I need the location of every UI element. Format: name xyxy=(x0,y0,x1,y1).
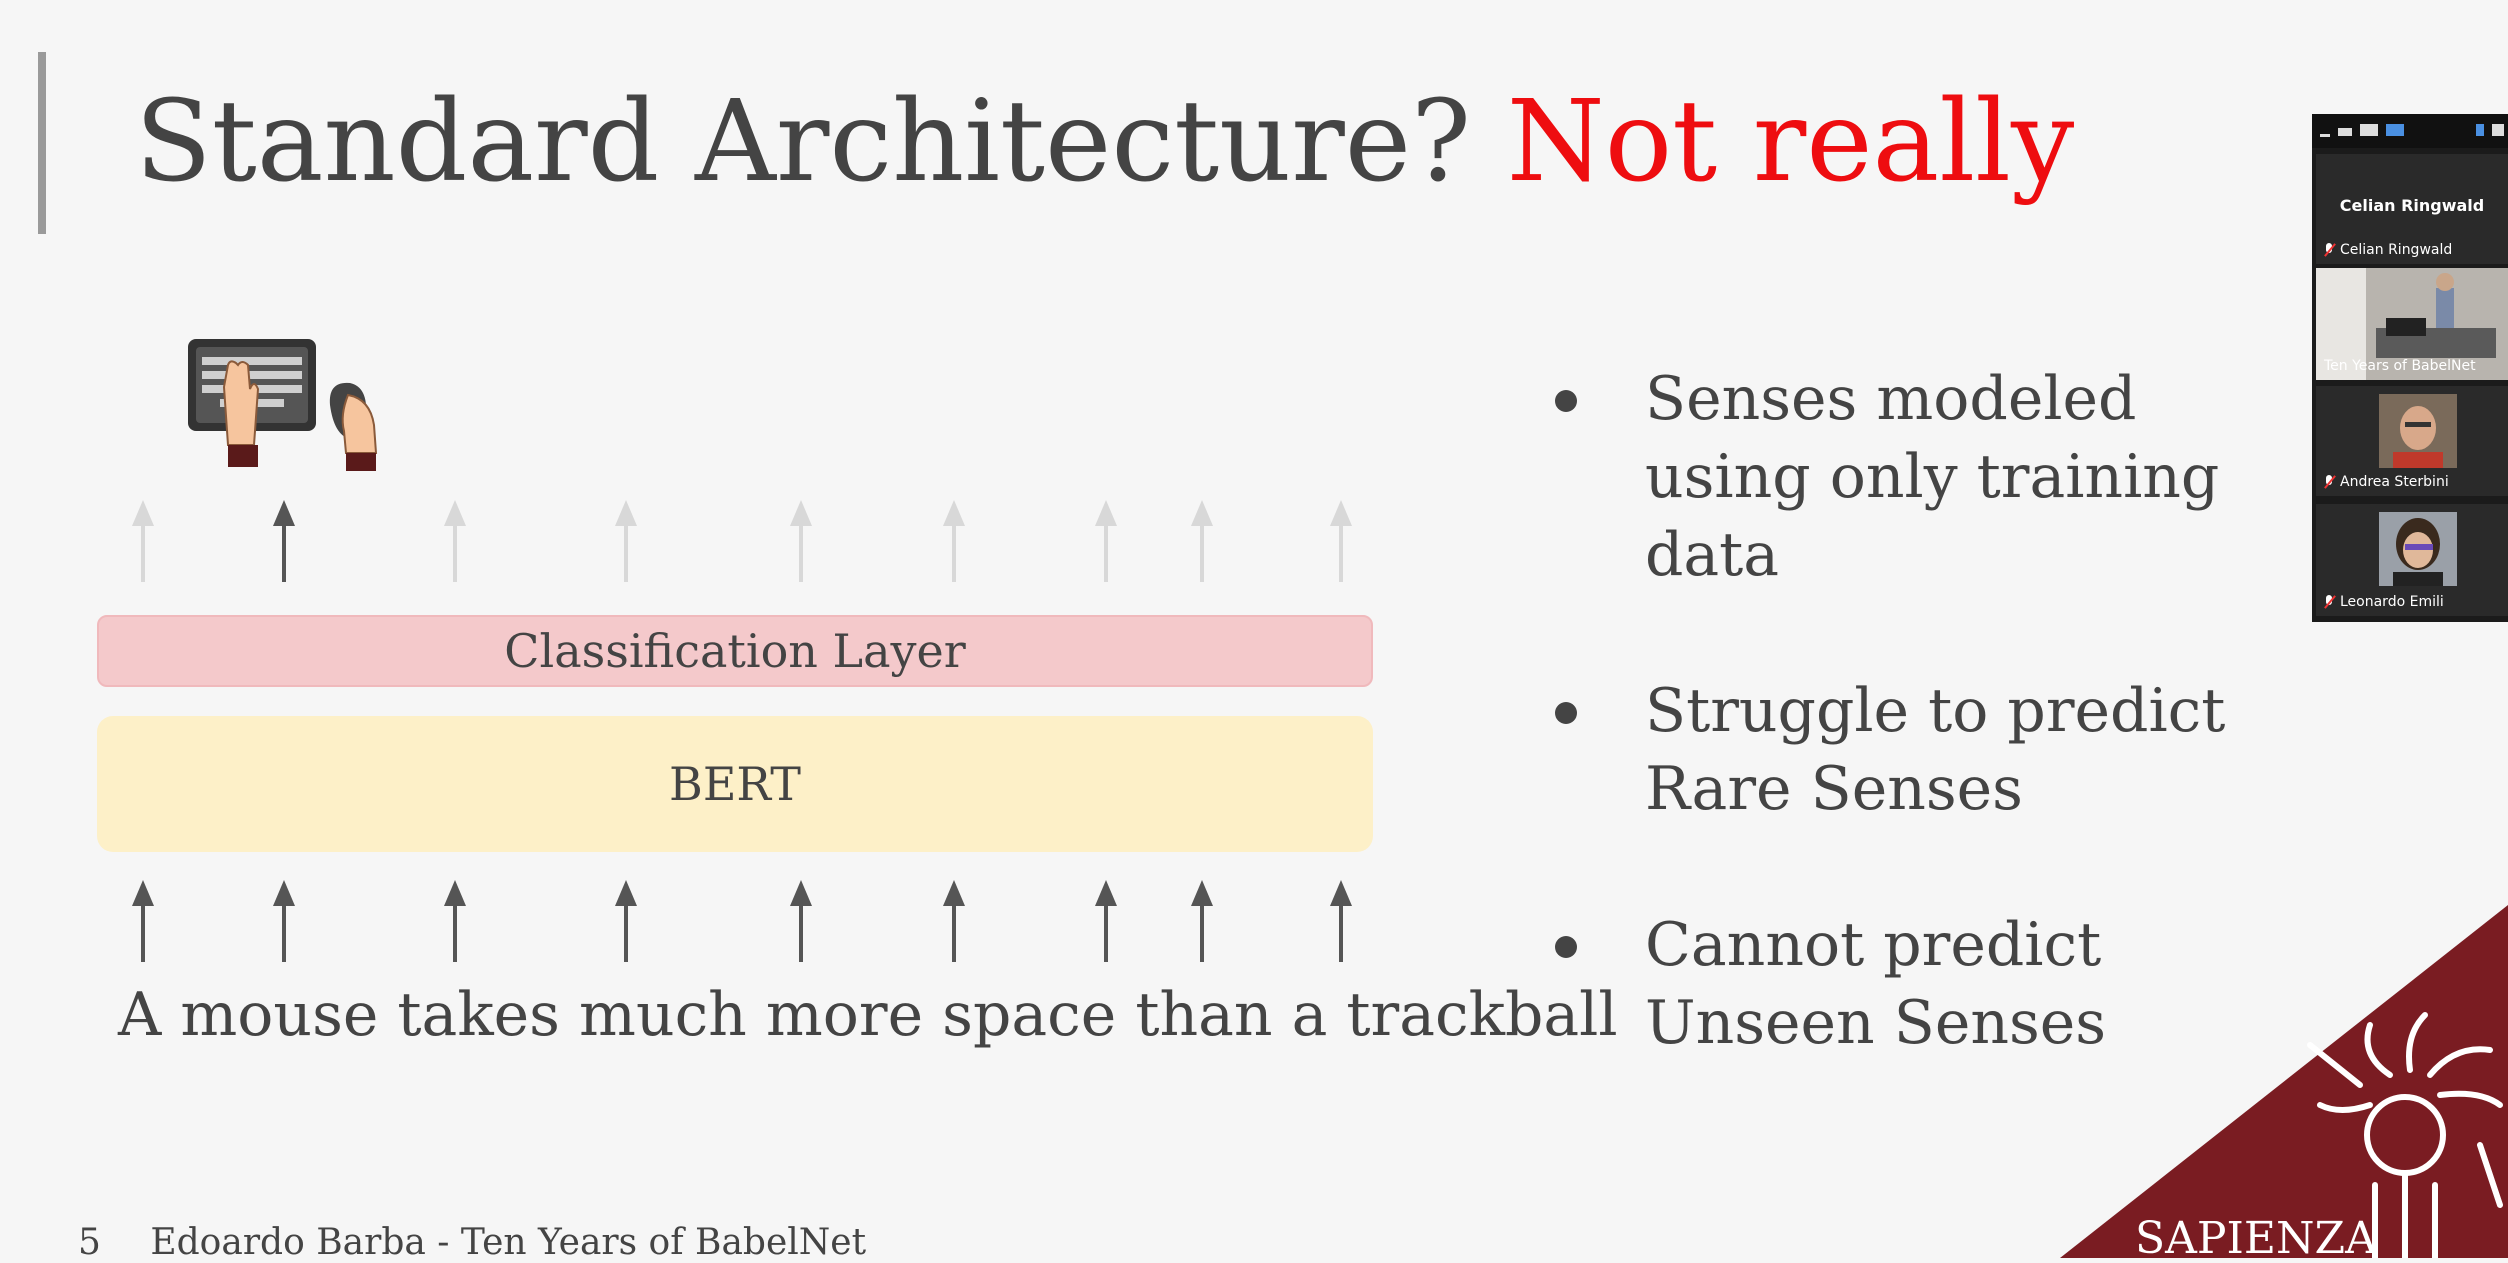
arrow-up-icon xyxy=(273,500,295,582)
participant-name-label: Celian Ringwald xyxy=(2324,242,2452,258)
sapienza-logo: SAPIENZA xyxy=(2060,905,2508,1258)
speaker-name-heading: Celian Ringwald xyxy=(2339,196,2485,215)
expand-icon[interactable] xyxy=(2476,124,2484,136)
arrow-up-icon xyxy=(790,500,812,582)
participant-name-label: Ten Years of BabelNet xyxy=(2324,358,2476,374)
slide-footer: 5 Edoardo Barba - Ten Years of BabelNet xyxy=(78,1222,866,1263)
arrow-up-icon xyxy=(1095,500,1117,582)
arrow-up-icon xyxy=(1191,880,1213,962)
arrow-up-icon xyxy=(1330,500,1352,582)
input-sentence: A mouse takes much more space than a tra… xyxy=(118,980,1618,1050)
participant-name-label: Andrea Sterbini xyxy=(2324,474,2449,490)
arrow-up-icon xyxy=(1095,880,1117,962)
participant-tile[interactable]: Andrea Sterbini xyxy=(2316,386,2508,496)
slide-title: Standard Architecture? Not really xyxy=(135,78,2074,207)
participant-tile[interactable]: Celian Ringwald Celian Ringwald xyxy=(2316,154,2508,264)
arrow-up-icon xyxy=(615,500,637,582)
arrow-up-icon xyxy=(444,500,466,582)
participant-tile[interactable]: Leonardo Emili xyxy=(2316,504,2508,616)
classification-layer-label: Classification Layer xyxy=(504,624,966,678)
arrow-up-icon xyxy=(444,880,466,962)
classification-layer-box: Classification Layer xyxy=(97,615,1373,687)
muted-mic-icon xyxy=(2324,475,2334,489)
participant-avatar xyxy=(2379,512,2457,586)
logo-text: SAPIENZA xyxy=(2135,1213,2378,1258)
footer-text: Edoardo Barba - Ten Years of BabelNet xyxy=(150,1222,867,1263)
arrow-up-icon xyxy=(1191,500,1213,582)
arrow-up-icon xyxy=(943,880,965,962)
video-call-panel: Celian Ringwald Celian Ringwald Ten Year… xyxy=(2312,114,2508,622)
arrow-up-icon xyxy=(132,500,154,582)
participant-name-label: Leonardo Emili xyxy=(2324,594,2444,610)
bert-box: BERT xyxy=(97,716,1373,852)
speaker-view-icon[interactable] xyxy=(2360,124,2378,136)
bullet-item: Struggle to predict Rare Senses xyxy=(1540,672,2320,828)
arrow-up-icon xyxy=(943,500,965,582)
arrow-up-icon xyxy=(790,880,812,962)
fullscreen-icon[interactable] xyxy=(2492,124,2504,136)
participant-avatar xyxy=(2379,394,2457,468)
bert-label: BERT xyxy=(669,757,801,811)
laptop-hands-icon xyxy=(188,339,378,471)
slide-title-main: Standard Architecture? xyxy=(135,77,1472,207)
page-number: 5 xyxy=(78,1222,101,1263)
arrow-up-icon xyxy=(273,880,295,962)
slide-title-highlight: Not really xyxy=(1506,77,2075,207)
arrow-up-icon xyxy=(132,880,154,962)
video-panel-toolbar xyxy=(2312,114,2508,148)
bullet-item: Senses modeled using only training data xyxy=(1540,360,2320,594)
participant-tile-active[interactable]: Ten Years of BabelNet xyxy=(2316,268,2508,380)
single-view-icon[interactable] xyxy=(2338,128,2352,136)
minimize-icon[interactable] xyxy=(2320,134,2330,137)
muted-mic-icon xyxy=(2324,595,2334,609)
arrow-up-icon xyxy=(615,880,637,962)
muted-mic-icon xyxy=(2324,243,2334,257)
arrow-up-icon xyxy=(1330,880,1352,962)
title-accent-bar xyxy=(38,52,46,234)
gallery-view-icon[interactable] xyxy=(2386,124,2404,136)
